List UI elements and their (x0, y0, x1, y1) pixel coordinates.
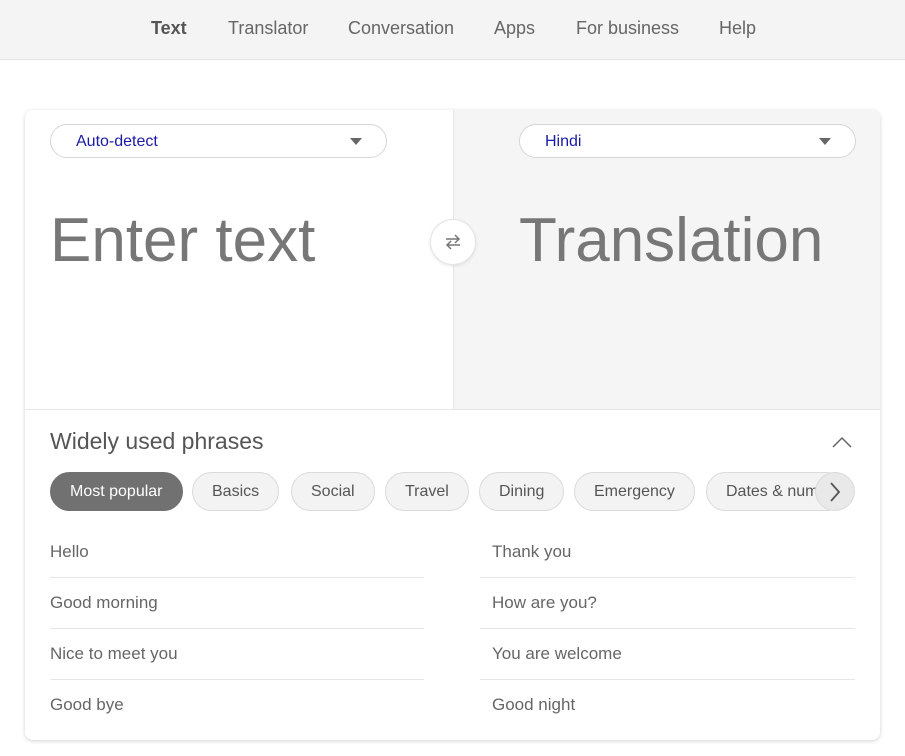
phrase-item[interactable]: Good night (492, 695, 575, 715)
phrase-item[interactable]: How are you? (492, 593, 597, 613)
translation-output: Translation (519, 206, 824, 275)
swap-languages-button[interactable] (430, 219, 476, 265)
caret-down-icon (819, 138, 831, 145)
source-pane: Auto-detect Enter text (25, 110, 453, 410)
nav-tab-help[interactable]: Help (719, 18, 756, 39)
phrase-item[interactable]: Hello (50, 542, 89, 562)
phrase-item[interactable]: You are welcome (492, 644, 622, 664)
category-chip-travel[interactable]: Travel (385, 472, 469, 511)
target-language-select[interactable]: Hindi (519, 124, 856, 158)
section-divider (25, 409, 880, 410)
nav-tab-apps[interactable]: Apps (494, 18, 535, 39)
phrase-divider (50, 628, 424, 629)
chevron-right-icon (830, 481, 841, 502)
phrase-item[interactable]: Good bye (50, 695, 124, 715)
phrase-item[interactable]: Nice to meet you (50, 644, 178, 664)
source-language-select[interactable]: Auto-detect (50, 124, 387, 158)
top-navigation: Text Translator Conversation Apps For bu… (0, 0, 905, 60)
phrase-divider (50, 577, 424, 578)
categories-next-button[interactable] (815, 472, 855, 511)
phrase-item[interactable]: Thank you (492, 542, 571, 562)
target-language-label: Hindi (545, 133, 582, 150)
category-chip-basics[interactable]: Basics (192, 472, 280, 511)
phrase-divider (480, 679, 855, 680)
phrase-categories: Most popular Basics Social Travel Dining… (50, 472, 855, 512)
nav-tab-translator[interactable]: Translator (228, 18, 308, 39)
source-text-input[interactable]: Enter text (50, 205, 315, 276)
phrase-divider (480, 577, 855, 578)
category-chip-emergency[interactable]: Emergency (574, 472, 695, 511)
category-chip-dining[interactable]: Dining (479, 472, 565, 511)
target-pane: Hindi Translation (453, 110, 880, 410)
nav-tab-for-business[interactable]: For business (576, 18, 679, 39)
phrases-title: Widely used phrases (50, 428, 264, 454)
phrase-item[interactable]: Good morning (50, 593, 158, 613)
caret-down-icon (350, 138, 362, 145)
phrase-divider (50, 679, 424, 680)
category-chip-social[interactable]: Social (291, 472, 375, 511)
chevron-up-icon (832, 436, 852, 448)
source-language-label: Auto-detect (76, 133, 158, 150)
swap-arrows-icon (445, 234, 461, 250)
nav-tab-text[interactable]: Text (151, 18, 187, 39)
phrase-divider (480, 628, 855, 629)
translator-card: Auto-detect Enter text Hindi Translation… (25, 110, 880, 740)
category-chip-most-popular[interactable]: Most popular (50, 472, 183, 511)
collapse-phrases-button[interactable] (830, 430, 854, 454)
nav-tab-conversation[interactable]: Conversation (348, 18, 454, 39)
